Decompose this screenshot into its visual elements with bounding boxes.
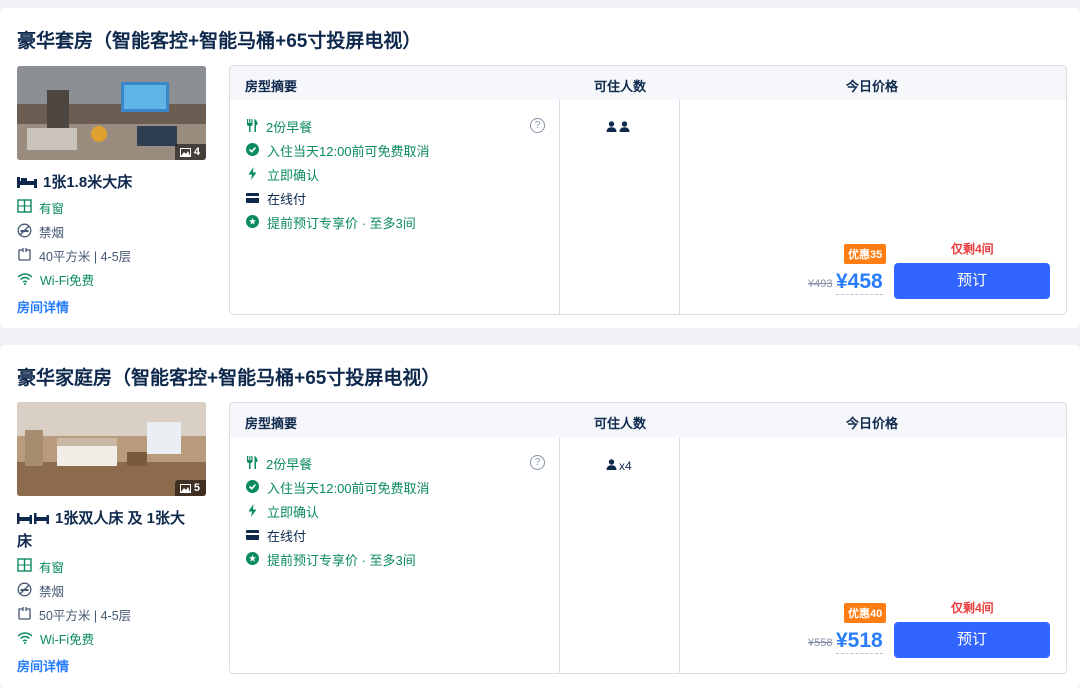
check-circle-icon: [246, 479, 259, 496]
lightning-icon: [246, 166, 259, 183]
discount-badge: 优惠40: [844, 603, 887, 623]
room-card: 豪华套房（智能客控+智能马桶+65寸投屏电视） 4 1张1.8米大床 有窗 禁烟…: [0, 8, 1080, 328]
card-icon: [246, 528, 259, 543]
header-price: 今日价格: [846, 79, 899, 94]
area-icon: [17, 606, 32, 624]
policy-cancel: 入住当天12:00前可免费取消: [246, 478, 430, 497]
cutlery-icon: [246, 118, 258, 135]
wifi-icon: [17, 272, 33, 288]
header-price: 今日价格: [846, 416, 899, 431]
window-icon: [17, 558, 32, 575]
header-occupancy: 可住人数: [594, 79, 647, 94]
book-button[interactable]: 预订: [894, 263, 1050, 299]
photo-icon: [179, 483, 191, 493]
smoking-feature: 禁烟: [17, 581, 64, 600]
no-smoking-icon: [17, 223, 32, 241]
star-badge-icon: [246, 551, 259, 568]
check-circle-icon: [246, 142, 259, 159]
wifi-feature: Wi-Fi免费: [17, 629, 94, 648]
header-summary: 房型摘要: [245, 79, 298, 94]
photo-icon: [179, 147, 191, 157]
photo-count: 5: [193, 482, 200, 494]
bed-text: 1张1.8米大床: [43, 174, 133, 191]
area-icon: [17, 247, 32, 265]
original-price: ¥558: [808, 637, 833, 649]
rate-table-header: 房型摘要 可住人数 今日价格: [230, 403, 1066, 437]
photo-count-badge: 4: [174, 144, 206, 160]
rooms-left: 仅剩4间: [951, 242, 994, 256]
person-icon: [619, 121, 630, 135]
photo-count: 4: [193, 146, 200, 158]
header-summary: 房型摘要: [245, 416, 298, 431]
original-price: ¥493: [808, 278, 833, 290]
no-smoking-icon: [17, 582, 32, 600]
star-badge-icon: [246, 214, 259, 231]
window-feature: 有窗: [17, 557, 64, 576]
policy-breakfast: 2份早餐: [246, 454, 312, 473]
rate-table-header: 房型摘要 可住人数 今日价格: [230, 66, 1066, 100]
current-price: ¥518: [836, 629, 883, 654]
area-feature: 50平方米 | 4-5层: [17, 605, 131, 624]
header-occupancy: 可住人数: [594, 416, 647, 431]
window-icon: [17, 199, 32, 216]
photo-count-badge: 5: [174, 480, 206, 496]
bed-info: 1张1.8米大床: [17, 172, 197, 195]
room-title: 豪华家庭房（智能客控+智能马桶+65寸投屏电视）: [17, 368, 441, 389]
smoking-feature: 禁烟: [17, 222, 64, 241]
policy-instant-confirm: 立即确认: [246, 165, 319, 184]
occupancy-info: [606, 121, 632, 135]
rate-table: 房型摘要 可住人数 今日价格 2份早餐 ? 入住当天12:00前可免费取消 立即…: [229, 65, 1067, 315]
room-card: 豪华家庭房（智能客控+智能马桶+65寸投屏电视） 5 1张双人床 及 1张大床 …: [0, 345, 1080, 688]
room-title: 豪华套房（智能客控+智能马桶+65寸投屏电视）: [17, 31, 422, 52]
room-photo[interactable]: 5: [17, 402, 206, 496]
rate-table: 房型摘要 可住人数 今日价格 2份早餐 ? 入住当天12:00前可免费取消 立即…: [229, 402, 1067, 674]
person-icon: [606, 459, 617, 473]
bed-info: 1张双人床 及 1张大床: [17, 508, 197, 553]
lightning-icon: [246, 503, 259, 520]
area-feature: 40平方米 | 4-5层: [17, 246, 131, 265]
card-icon: [246, 191, 259, 206]
help-icon[interactable]: ?: [530, 118, 545, 133]
policy-advance-deal: 提前预订专享价 · 至多3间: [246, 213, 416, 232]
bed-icon: [17, 509, 49, 531]
book-button[interactable]: 预订: [894, 622, 1050, 658]
wifi-icon: [17, 631, 33, 647]
current-price: ¥458: [836, 270, 883, 295]
occupancy-info: x4: [606, 459, 632, 473]
room-photo[interactable]: 4: [17, 66, 206, 160]
window-feature: 有窗: [17, 198, 64, 217]
bed-icon: [17, 173, 37, 195]
policy-pay-online: 在线付: [246, 526, 306, 545]
policy-pay-online: 在线付: [246, 189, 306, 208]
policy-breakfast: 2份早餐: [246, 117, 312, 136]
policy-cancel: 入住当天12:00前可免费取消: [246, 141, 430, 160]
wifi-feature: Wi-Fi免费: [17, 270, 94, 289]
person-icon: [606, 121, 617, 135]
discount-badge: 优惠35: [844, 244, 887, 264]
rooms-left: 仅剩4间: [951, 601, 994, 615]
policy-instant-confirm: 立即确认: [246, 502, 319, 521]
room-detail-link[interactable]: 房间详情: [17, 297, 69, 316]
policy-advance-deal: 提前预订专享价 · 至多3间: [246, 550, 416, 569]
room-detail-link[interactable]: 房间详情: [17, 656, 69, 675]
help-icon[interactable]: ?: [530, 455, 545, 470]
cutlery-icon: [246, 455, 258, 472]
